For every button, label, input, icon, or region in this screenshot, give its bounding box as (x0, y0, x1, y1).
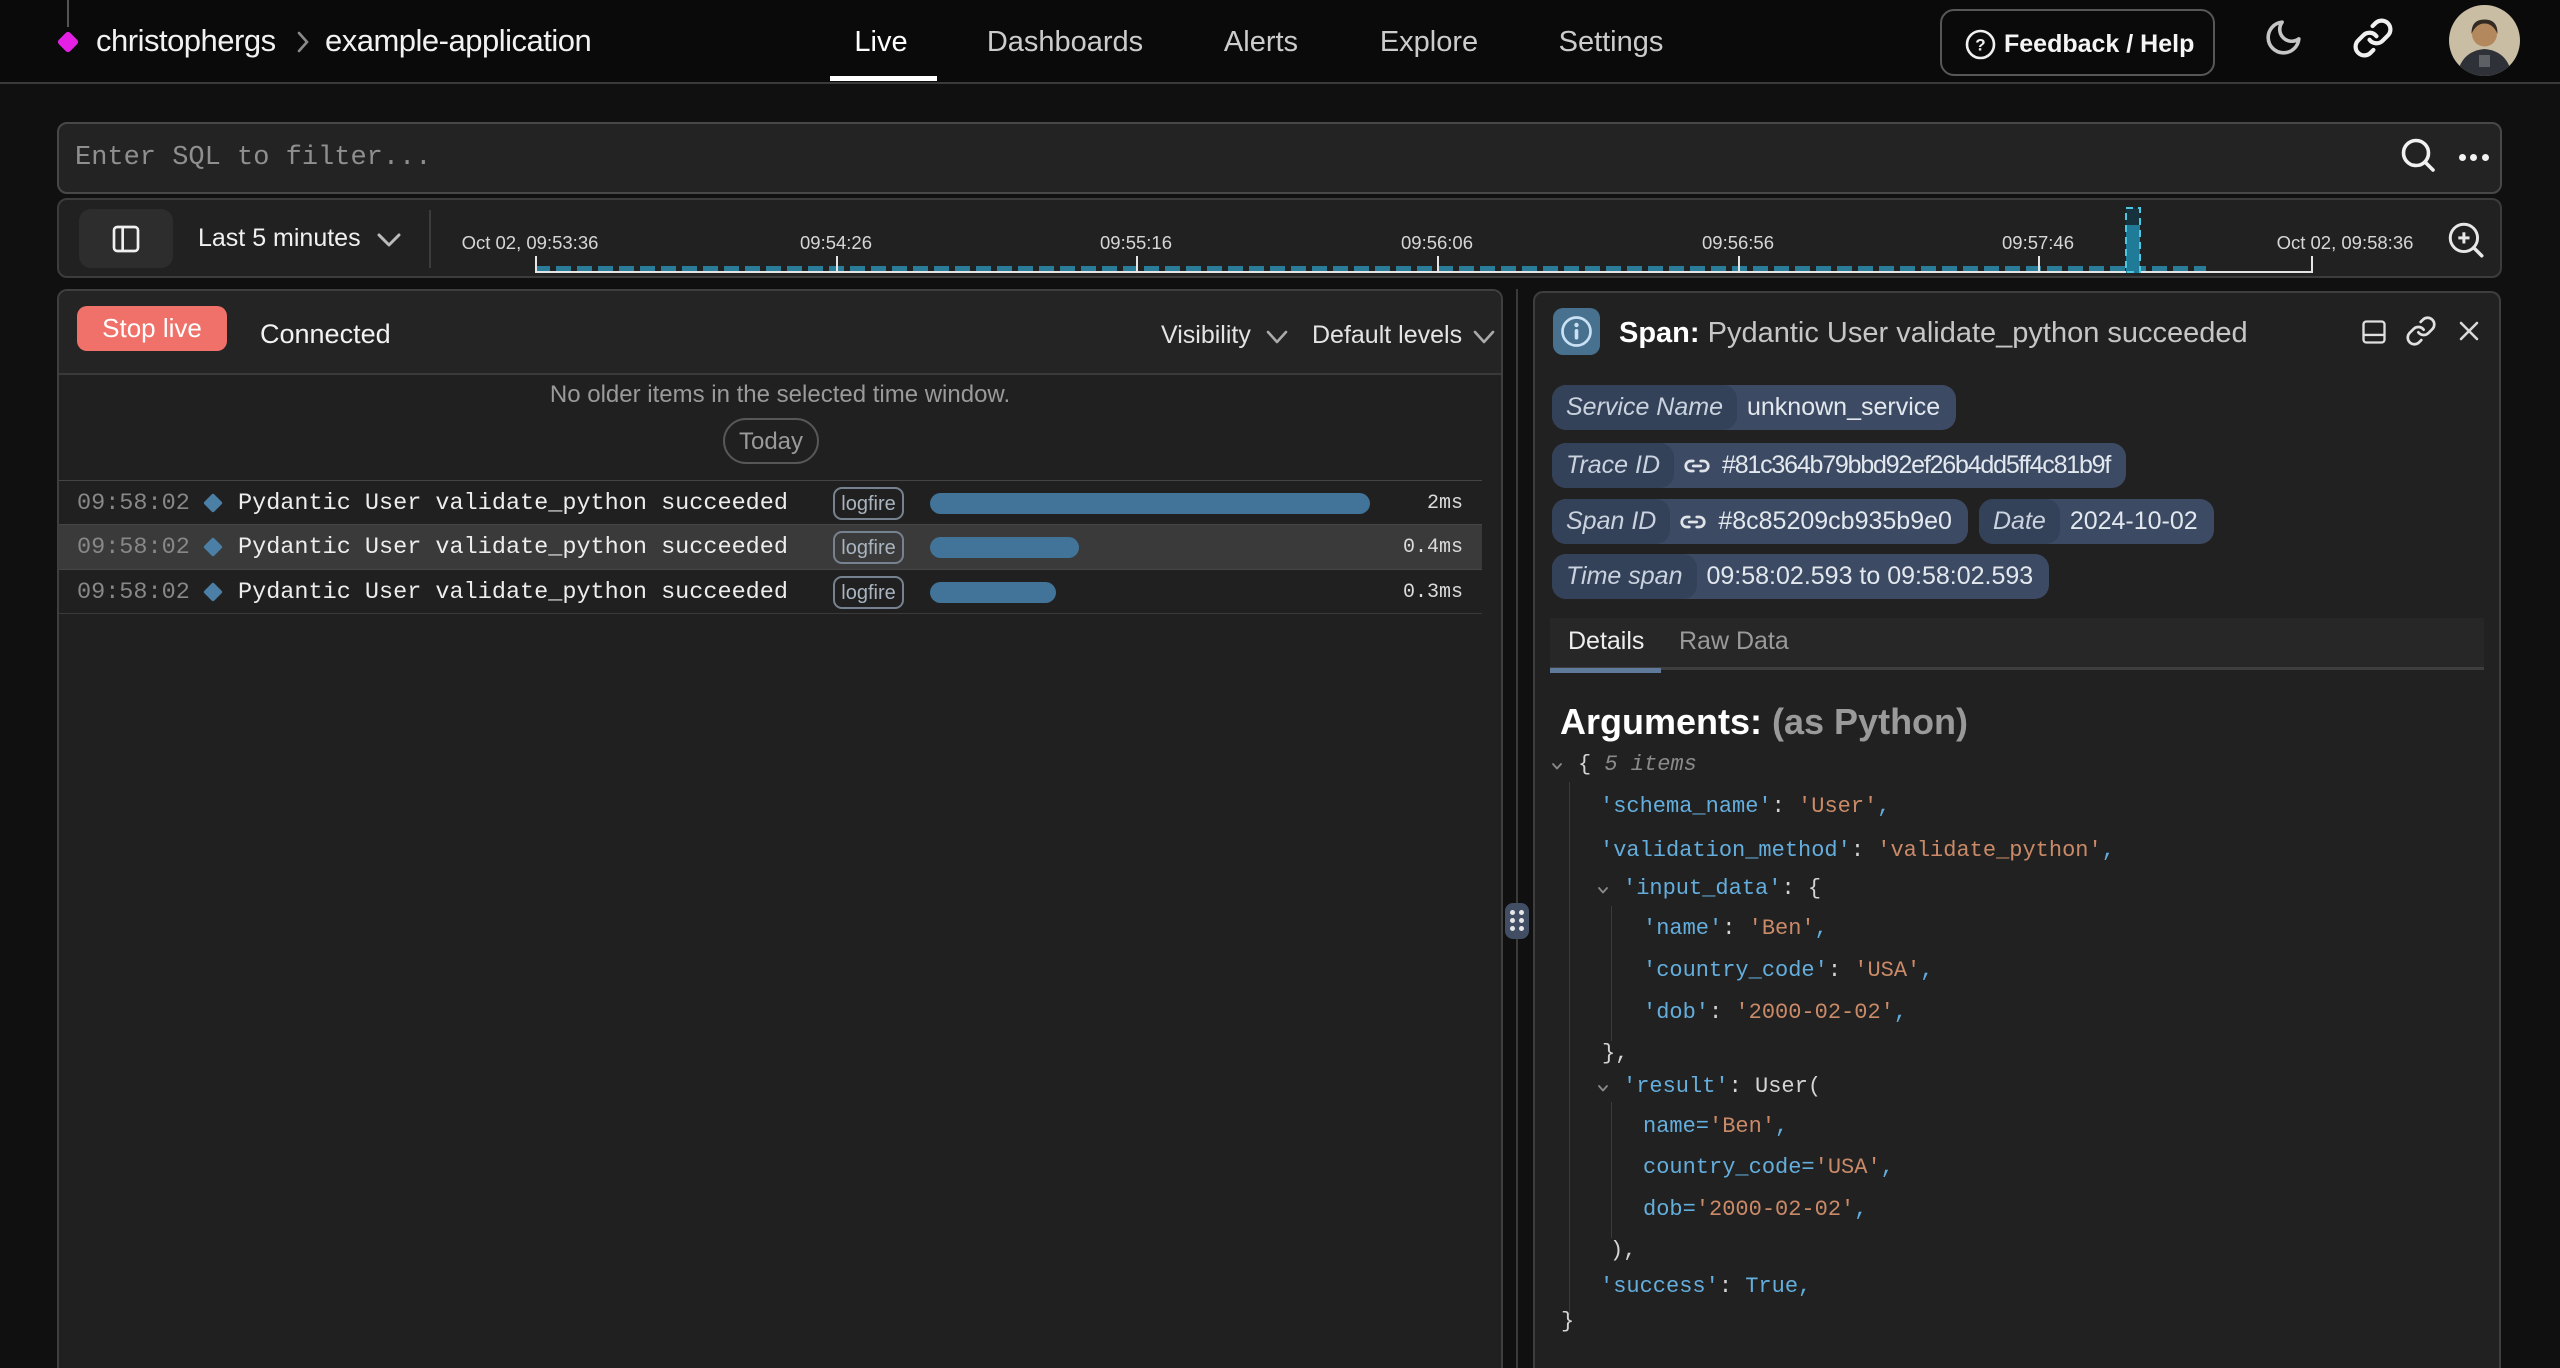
svg-text:?: ? (1975, 36, 1985, 55)
